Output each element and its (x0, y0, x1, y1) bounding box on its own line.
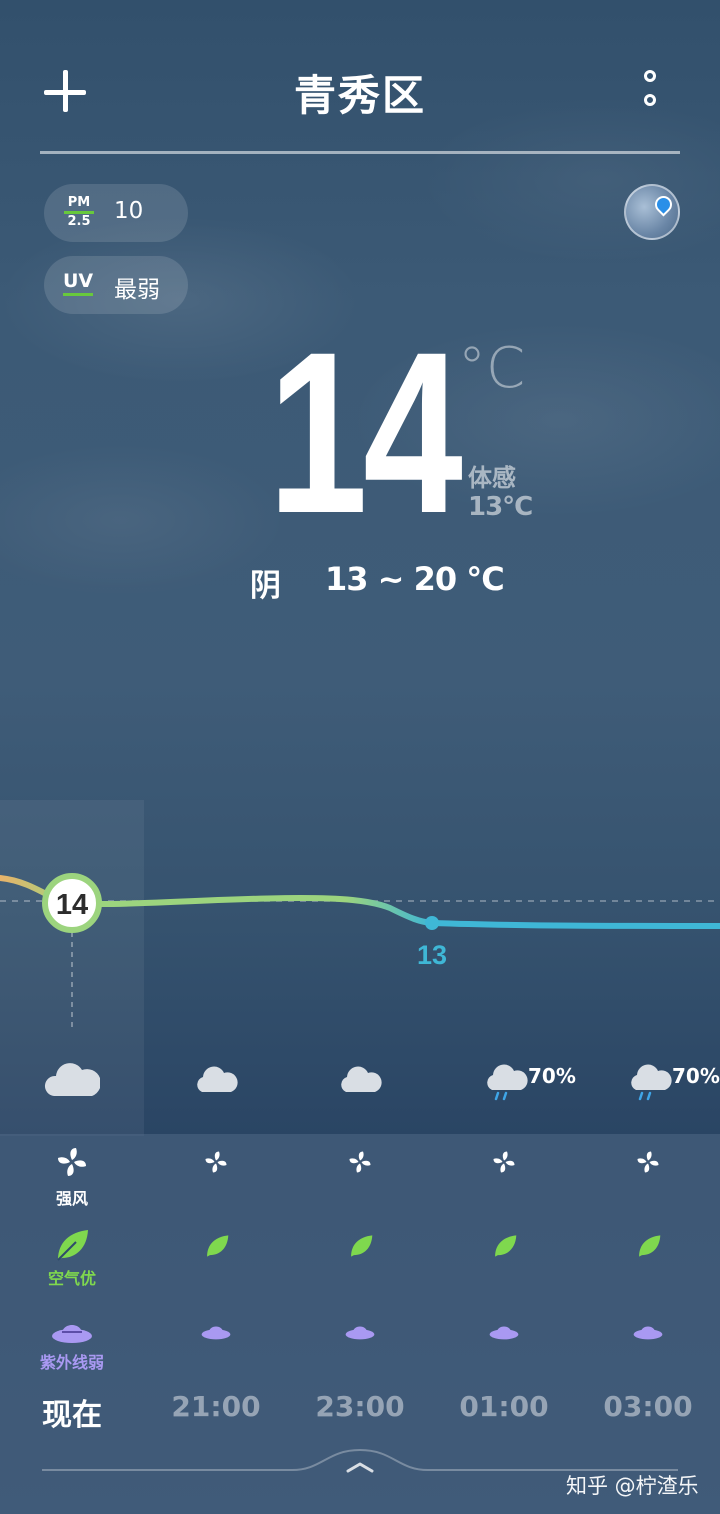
uv-value: 最弱 (114, 277, 160, 303)
uv-badge: UV (63, 269, 94, 296)
temperature-unit: °C (458, 336, 526, 401)
cloud-icon (197, 1066, 238, 1092)
sun-hat-icon (633, 1326, 663, 1340)
low-temperature-point (425, 916, 439, 930)
hourly-temperature-chart[interactable]: 14 13 (0, 860, 720, 1040)
air-quality-label: 空气优 (47, 1269, 96, 1288)
watermark: 知乎 @柠渣乐 (566, 1474, 699, 1498)
uv-index-label: 紫外线弱 (39, 1353, 104, 1372)
dot-icon (644, 70, 656, 82)
cloud-icon (45, 1063, 100, 1096)
header-divider (40, 151, 680, 154)
rain-icon (487, 1064, 528, 1101)
expand-chevron-icon[interactable] (346, 1460, 374, 1474)
city-title[interactable]: 青秀区 (0, 62, 720, 123)
pm25-value: 10 (114, 198, 144, 224)
current-temperature: 14 (268, 304, 463, 561)
hour-label-now[interactable]: 现在 (0, 1390, 144, 1434)
sun-hat-icon (489, 1326, 519, 1340)
feels-like-label: 体感 (468, 464, 516, 492)
map-pin-icon (651, 192, 676, 217)
temperature-line (0, 875, 720, 929)
sun-hat-icon (345, 1326, 375, 1340)
sun-hat-icon (201, 1326, 231, 1340)
wind-fan-icon (349, 1151, 371, 1173)
leaf-icon (207, 1235, 229, 1257)
pm-label: PM (67, 195, 91, 210)
leaf-icon (57, 1230, 88, 1261)
rain-icon (631, 1064, 672, 1101)
hour-label[interactable]: 23:00 (288, 1390, 432, 1423)
feels-like-value: 13°C (468, 492, 533, 522)
pm-sub-label: 2.5 (67, 214, 91, 229)
hour-label[interactable]: 01:00 (432, 1390, 576, 1423)
wind-fan-icon (493, 1151, 515, 1173)
pm25-pill[interactable]: PM 2.5 10 (44, 184, 188, 242)
leaf-icon (495, 1235, 517, 1257)
precipitation-chance: 70% (528, 1064, 576, 1088)
precipitation-chance: 70% (672, 1064, 720, 1088)
hour-label[interactable]: 21:00 (144, 1390, 288, 1423)
now-temperature-label: 14 (56, 889, 88, 921)
pm25-badge: PM 2.5 (64, 196, 94, 229)
wind-label: 强风 (55, 1189, 88, 1208)
hour-label[interactable]: 03:00 (576, 1390, 720, 1423)
dot-icon (644, 94, 656, 106)
wind-fan-icon (637, 1151, 659, 1173)
leaf-icon (351, 1235, 373, 1257)
leaf-icon (639, 1235, 661, 1257)
low-temperature-label: 13 (417, 940, 447, 970)
weather-condition: 阴 (250, 568, 281, 604)
map-button[interactable] (624, 184, 680, 240)
uv-pill[interactable]: UV 最弱 (44, 256, 188, 314)
wind-fan-icon (58, 1148, 86, 1176)
top-bar: 青秀区 (0, 40, 720, 140)
sun-hat-icon (52, 1325, 92, 1343)
wind-fan-icon (205, 1151, 227, 1173)
temperature-range: 13 ~ 20 °C (325, 560, 505, 598)
more-menu-button[interactable] (640, 70, 664, 114)
cloud-icon (341, 1066, 382, 1092)
